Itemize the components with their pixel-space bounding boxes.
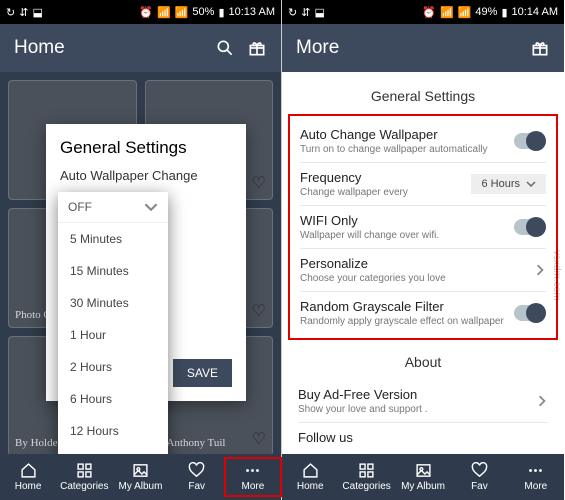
more-icon <box>527 462 544 479</box>
dialog-title: General Settings <box>60 138 232 158</box>
chevron-right-icon <box>534 264 546 276</box>
setting-adfree[interactable]: Buy Ad-Free Version Show your love and s… <box>298 380 548 423</box>
save-button[interactable]: SAVE <box>173 359 232 387</box>
home-icon <box>302 462 319 479</box>
battery-icon: ▮ <box>218 6 224 19</box>
sync-icon: ↻ <box>288 6 297 19</box>
nav-home[interactable]: Home <box>282 458 338 496</box>
setting-follow[interactable]: Follow us <box>298 423 548 452</box>
heart-icon <box>188 462 205 479</box>
dropdown-option[interactable]: 2 Hours <box>58 351 168 383</box>
nav-fav[interactable]: Fav <box>169 458 225 496</box>
bottom-nav: Home Categories My Album Fav More <box>0 454 281 500</box>
nav-my-album[interactable]: My Album <box>112 458 168 496</box>
gift-icon[interactable] <box>530 38 550 58</box>
status-time: 10:14 AM <box>512 6 558 18</box>
section-title-about: About <box>282 348 564 376</box>
nav-more[interactable]: More <box>225 458 281 496</box>
status-bar: ↻ ⇵ ⬓ ⏰ 📶 📶 50% ▮ 10:13 AM <box>0 0 281 24</box>
setting-auto-change[interactable]: Auto Change Wallpaper Turn on to change … <box>300 120 546 163</box>
nav-categories[interactable]: Categories <box>56 458 112 496</box>
dropdown-option[interactable]: 5 Minutes <box>58 223 168 255</box>
signal-icon: 📶 <box>175 6 189 19</box>
battery-icon: ▮ <box>501 6 507 19</box>
chevron-down-icon <box>144 200 158 214</box>
frequency-select[interactable]: 6 Hours <box>471 174 546 194</box>
dropbox-icon: ⬓ <box>314 6 324 19</box>
dropdown-option[interactable]: 12 Hours <box>58 415 168 447</box>
left-screen: ↻ ⇵ ⬓ ⏰ 📶 📶 50% ▮ 10:13 AM Home ♡ ♡ <box>0 0 282 500</box>
toggle-switch[interactable] <box>514 133 546 149</box>
setting-grayscale[interactable]: Random Grayscale Filter Randomly apply g… <box>300 292 546 334</box>
grid-icon <box>76 462 93 479</box>
alarm-icon: ⏰ <box>139 6 153 19</box>
dropdown-selected[interactable]: OFF <box>58 192 168 223</box>
update-icon: ⇵ <box>301 6 310 19</box>
setting-wifi-only[interactable]: WIFI Only Wallpaper will change over wif… <box>300 206 546 249</box>
setting-frequency[interactable]: Frequency Change wallpaper every 6 Hours <box>300 163 546 206</box>
nav-more[interactable]: More <box>508 458 564 496</box>
toggle-switch[interactable] <box>514 219 546 235</box>
battery-percent: 49% <box>475 6 497 18</box>
right-screen: ↻ ⇵ ⬓ ⏰ 📶 📶 49% ▮ 10:14 AM More General … <box>282 0 564 500</box>
update-icon: ⇵ <box>19 6 28 19</box>
bottom-nav: Home Categories My Album Fav More <box>282 454 564 500</box>
app-header: More <box>282 24 564 72</box>
search-icon[interactable] <box>215 38 235 58</box>
general-settings-group: Auto Change Wallpaper Turn on to change … <box>288 114 558 340</box>
chevron-right-icon <box>536 395 548 407</box>
heart-icon[interactable]: ♡ <box>252 301 266 321</box>
sync-icon: ↻ <box>6 6 15 19</box>
battery-percent: 50% <box>192 6 214 18</box>
app-header: Home <box>0 24 281 72</box>
wifi-icon: 📶 <box>157 6 171 19</box>
status-bar: ↻ ⇵ ⬓ ⏰ 📶 📶 49% ▮ 10:14 AM <box>282 0 564 24</box>
gift-icon[interactable] <box>247 38 267 58</box>
dropdown-option[interactable]: 30 Minutes <box>58 287 168 319</box>
frequency-dropdown[interactable]: OFF 5 Minutes 15 Minutes 30 Minutes 1 Ho… <box>58 192 168 479</box>
setting-personalize[interactable]: Personalize Choose your categories you l… <box>300 249 546 292</box>
more-icon <box>244 462 261 479</box>
heart-icon[interactable]: ♡ <box>252 429 266 449</box>
settings-body: General Settings Auto Change Wallpaper T… <box>282 72 564 500</box>
status-time: 10:13 AM <box>229 6 275 18</box>
dropdown-option[interactable]: 6 Hours <box>58 383 168 415</box>
nav-fav[interactable]: Fav <box>451 458 507 496</box>
nav-categories[interactable]: Categories <box>338 458 394 496</box>
dropdown-option[interactable]: 15 Minutes <box>58 255 168 287</box>
wifi-icon: 📶 <box>440 6 454 19</box>
chevron-down-icon <box>526 179 536 189</box>
grid-icon <box>358 462 375 479</box>
signal-icon: 📶 <box>458 6 472 19</box>
heart-icon[interactable]: ♡ <box>252 173 266 193</box>
dropbox-icon: ⬓ <box>32 6 42 19</box>
toggle-switch[interactable] <box>514 305 546 321</box>
heart-icon <box>471 462 488 479</box>
dialog-subtitle: Auto Wallpaper Change <box>60 168 232 183</box>
page-title: Home <box>14 37 65 59</box>
image-icon <box>415 462 432 479</box>
alarm-icon: ⏰ <box>422 6 436 19</box>
section-title-general: General Settings <box>282 82 564 110</box>
gallery-body: ♡ ♡ Photo C♡ d♡ By Holde♡ By Anthony Tui… <box>0 72 281 500</box>
dropdown-option[interactable]: 1 Hour <box>58 319 168 351</box>
page-title: More <box>296 37 339 59</box>
watermark: vsxdm.com <box>551 250 562 301</box>
home-icon <box>20 462 37 479</box>
image-icon <box>132 462 149 479</box>
nav-home[interactable]: Home <box>0 458 56 496</box>
nav-my-album[interactable]: My Album <box>395 458 451 496</box>
